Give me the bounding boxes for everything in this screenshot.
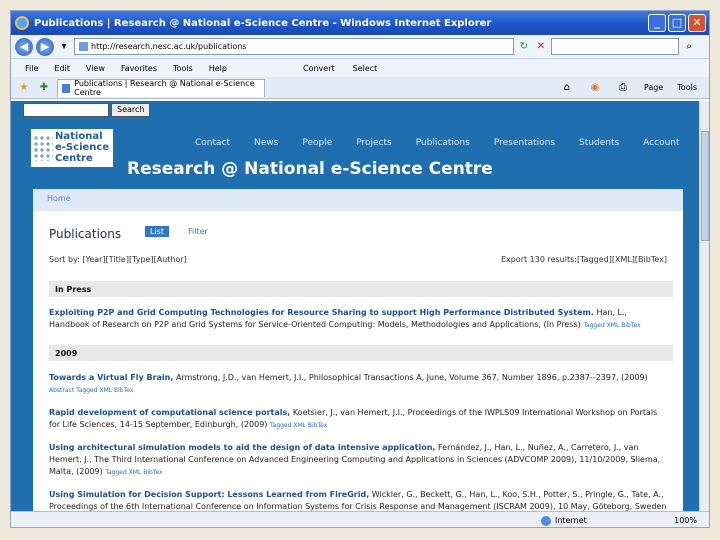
tab-publications[interactable]: Publications | Research @ National e-Sci… — [57, 78, 265, 97]
search-icon[interactable]: ⌕ — [682, 40, 696, 54]
publication-title[interactable]: Towards a Virtual Fly Brain, — [49, 373, 173, 382]
logo-dots-icon — [33, 135, 53, 161]
site-search-input[interactable] — [23, 103, 109, 117]
close-button[interactable]: ✕ — [688, 14, 706, 32]
internet-globe-icon — [541, 515, 551, 526]
publication-links[interactable]: Tagged XML BibTex — [105, 469, 162, 476]
publication-title[interactable]: Rapid development of computational scien… — [49, 408, 290, 417]
section-2009: 2009 — [49, 345, 673, 361]
menu-view[interactable]: View — [86, 64, 105, 73]
tools-menu[interactable]: Tools — [677, 83, 697, 92]
address-bar[interactable]: http://research.nesc.ac.uk/publications — [74, 38, 514, 55]
nav-people[interactable]: People — [302, 138, 332, 148]
ie-logo-icon — [15, 16, 29, 30]
window-title: Publications | Research @ National e-Sci… — [34, 17, 492, 29]
forward-icon[interactable]: ▶ — [36, 37, 54, 56]
publication-entry: Using Simulation for Decision Support: L… — [49, 490, 667, 511]
security-zone: Internet — [555, 516, 587, 525]
favorites-star-icon[interactable]: ★ — [17, 81, 31, 95]
vertical-scrollbar[interactable] — [699, 101, 709, 511]
nav-projects[interactable]: Projects — [356, 138, 391, 148]
site-nav: Contact News People Projects Publication… — [195, 138, 701, 148]
breadcrumb: Home — [33, 189, 683, 211]
publication-entry: Rapid development of computational scien… — [49, 408, 658, 429]
back-icon[interactable]: ◀ — [15, 37, 33, 56]
page-title: Publications — [49, 227, 122, 241]
nav-account[interactable]: Account — [643, 138, 679, 148]
print-icon[interactable]: ⎙ — [616, 81, 630, 95]
web-page: Search National e-Science Centre Contact… — [11, 101, 701, 511]
select-link[interactable]: Select — [353, 64, 378, 73]
minimize-button[interactable]: _ — [648, 14, 666, 32]
convert-link[interactable]: Convert — [303, 64, 335, 73]
publication-links[interactable]: Tagged XML BibTex — [583, 322, 640, 329]
menu-edit[interactable]: Edit — [54, 64, 70, 73]
zoom-level[interactable]: 100% — [674, 516, 697, 525]
browser-search-input[interactable] — [551, 38, 679, 55]
scrollbar-thumb[interactable] — [701, 131, 709, 241]
nav-contact[interactable]: Contact — [195, 138, 230, 148]
tab-list[interactable]: List — [145, 226, 169, 237]
feeds-icon[interactable]: ◉ — [588, 81, 602, 95]
site-search-button[interactable]: Search — [111, 103, 151, 117]
tab-label: Publications | Research @ National e-Sci… — [74, 79, 255, 97]
menu-file[interactable]: File — [25, 64, 38, 73]
publication-links[interactable]: Abstract Tagged XML BibTex — [49, 387, 133, 394]
publication-title[interactable]: Using Simulation for Decision Support: L… — [49, 490, 369, 499]
home-icon[interactable]: ⌂ — [560, 81, 574, 95]
breadcrumb-home[interactable]: Home — [47, 194, 71, 203]
address-url: http://research.nesc.ac.uk/publications — [91, 42, 247, 51]
publication-title[interactable]: Exploiting P2P and Grid Computing Techno… — [49, 308, 594, 317]
content-panel: Home Publications List Filter Sort by: [… — [33, 189, 683, 511]
nav-publications[interactable]: Publications — [416, 138, 470, 148]
publication-links[interactable]: Tagged XML BibTex — [270, 422, 327, 429]
status-bar: Internet 100% — [11, 511, 709, 527]
publication-entry: Using architectural simulation models to… — [49, 443, 661, 476]
nesc-logo[interactable]: National e-Science Centre — [31, 129, 113, 167]
site-title: Research @ National e-Science Centre — [127, 159, 493, 179]
page-menu[interactable]: Page — [644, 83, 663, 92]
menu-bar: File Edit View Favorites Tools Help Conv… — [11, 59, 709, 77]
page-icon — [79, 42, 88, 51]
sort-by-links[interactable]: Sort by: [Year][Title][Type][Author] — [49, 255, 187, 264]
menu-favorites[interactable]: Favorites — [121, 64, 157, 73]
publication-title[interactable]: Using architectural simulation models to… — [49, 443, 435, 452]
browser-window: Publications | Research @ National e-Sci… — [10, 10, 710, 528]
tab-row: ★ ✚ Publications | Research @ National e… — [11, 77, 709, 99]
section-in-press: In Press — [49, 281, 673, 297]
nav-students[interactable]: Students — [579, 138, 619, 148]
history-dropdown-icon[interactable]: ▾ — [57, 40, 71, 54]
nav-presentations[interactable]: Presentations — [494, 138, 555, 148]
export-links[interactable]: Export 130 results:[Tagged][XML][BibTex] — [501, 255, 667, 264]
tab-filter[interactable]: Filter — [183, 226, 213, 237]
publication-entry: Exploiting P2P and Grid Computing Techno… — [49, 308, 641, 329]
nav-news[interactable]: News — [254, 138, 278, 148]
title-bar: Publications | Research @ National e-Sci… — [11, 11, 709, 35]
stop-icon[interactable]: ✕ — [534, 40, 548, 54]
refresh-icon[interactable]: ↻ — [517, 40, 531, 54]
address-row: ◀ ▶ ▾ http://research.nesc.ac.uk/publica… — [11, 35, 709, 59]
maximize-button[interactable]: □ — [668, 14, 686, 32]
menu-help[interactable]: Help — [209, 64, 227, 73]
publication-entry: Towards a Virtual Fly Brain, Armstrong, … — [49, 373, 648, 394]
add-favorites-icon[interactable]: ✚ — [37, 81, 51, 95]
tab-page-icon — [62, 83, 71, 93]
menu-tools[interactable]: Tools — [173, 64, 193, 73]
